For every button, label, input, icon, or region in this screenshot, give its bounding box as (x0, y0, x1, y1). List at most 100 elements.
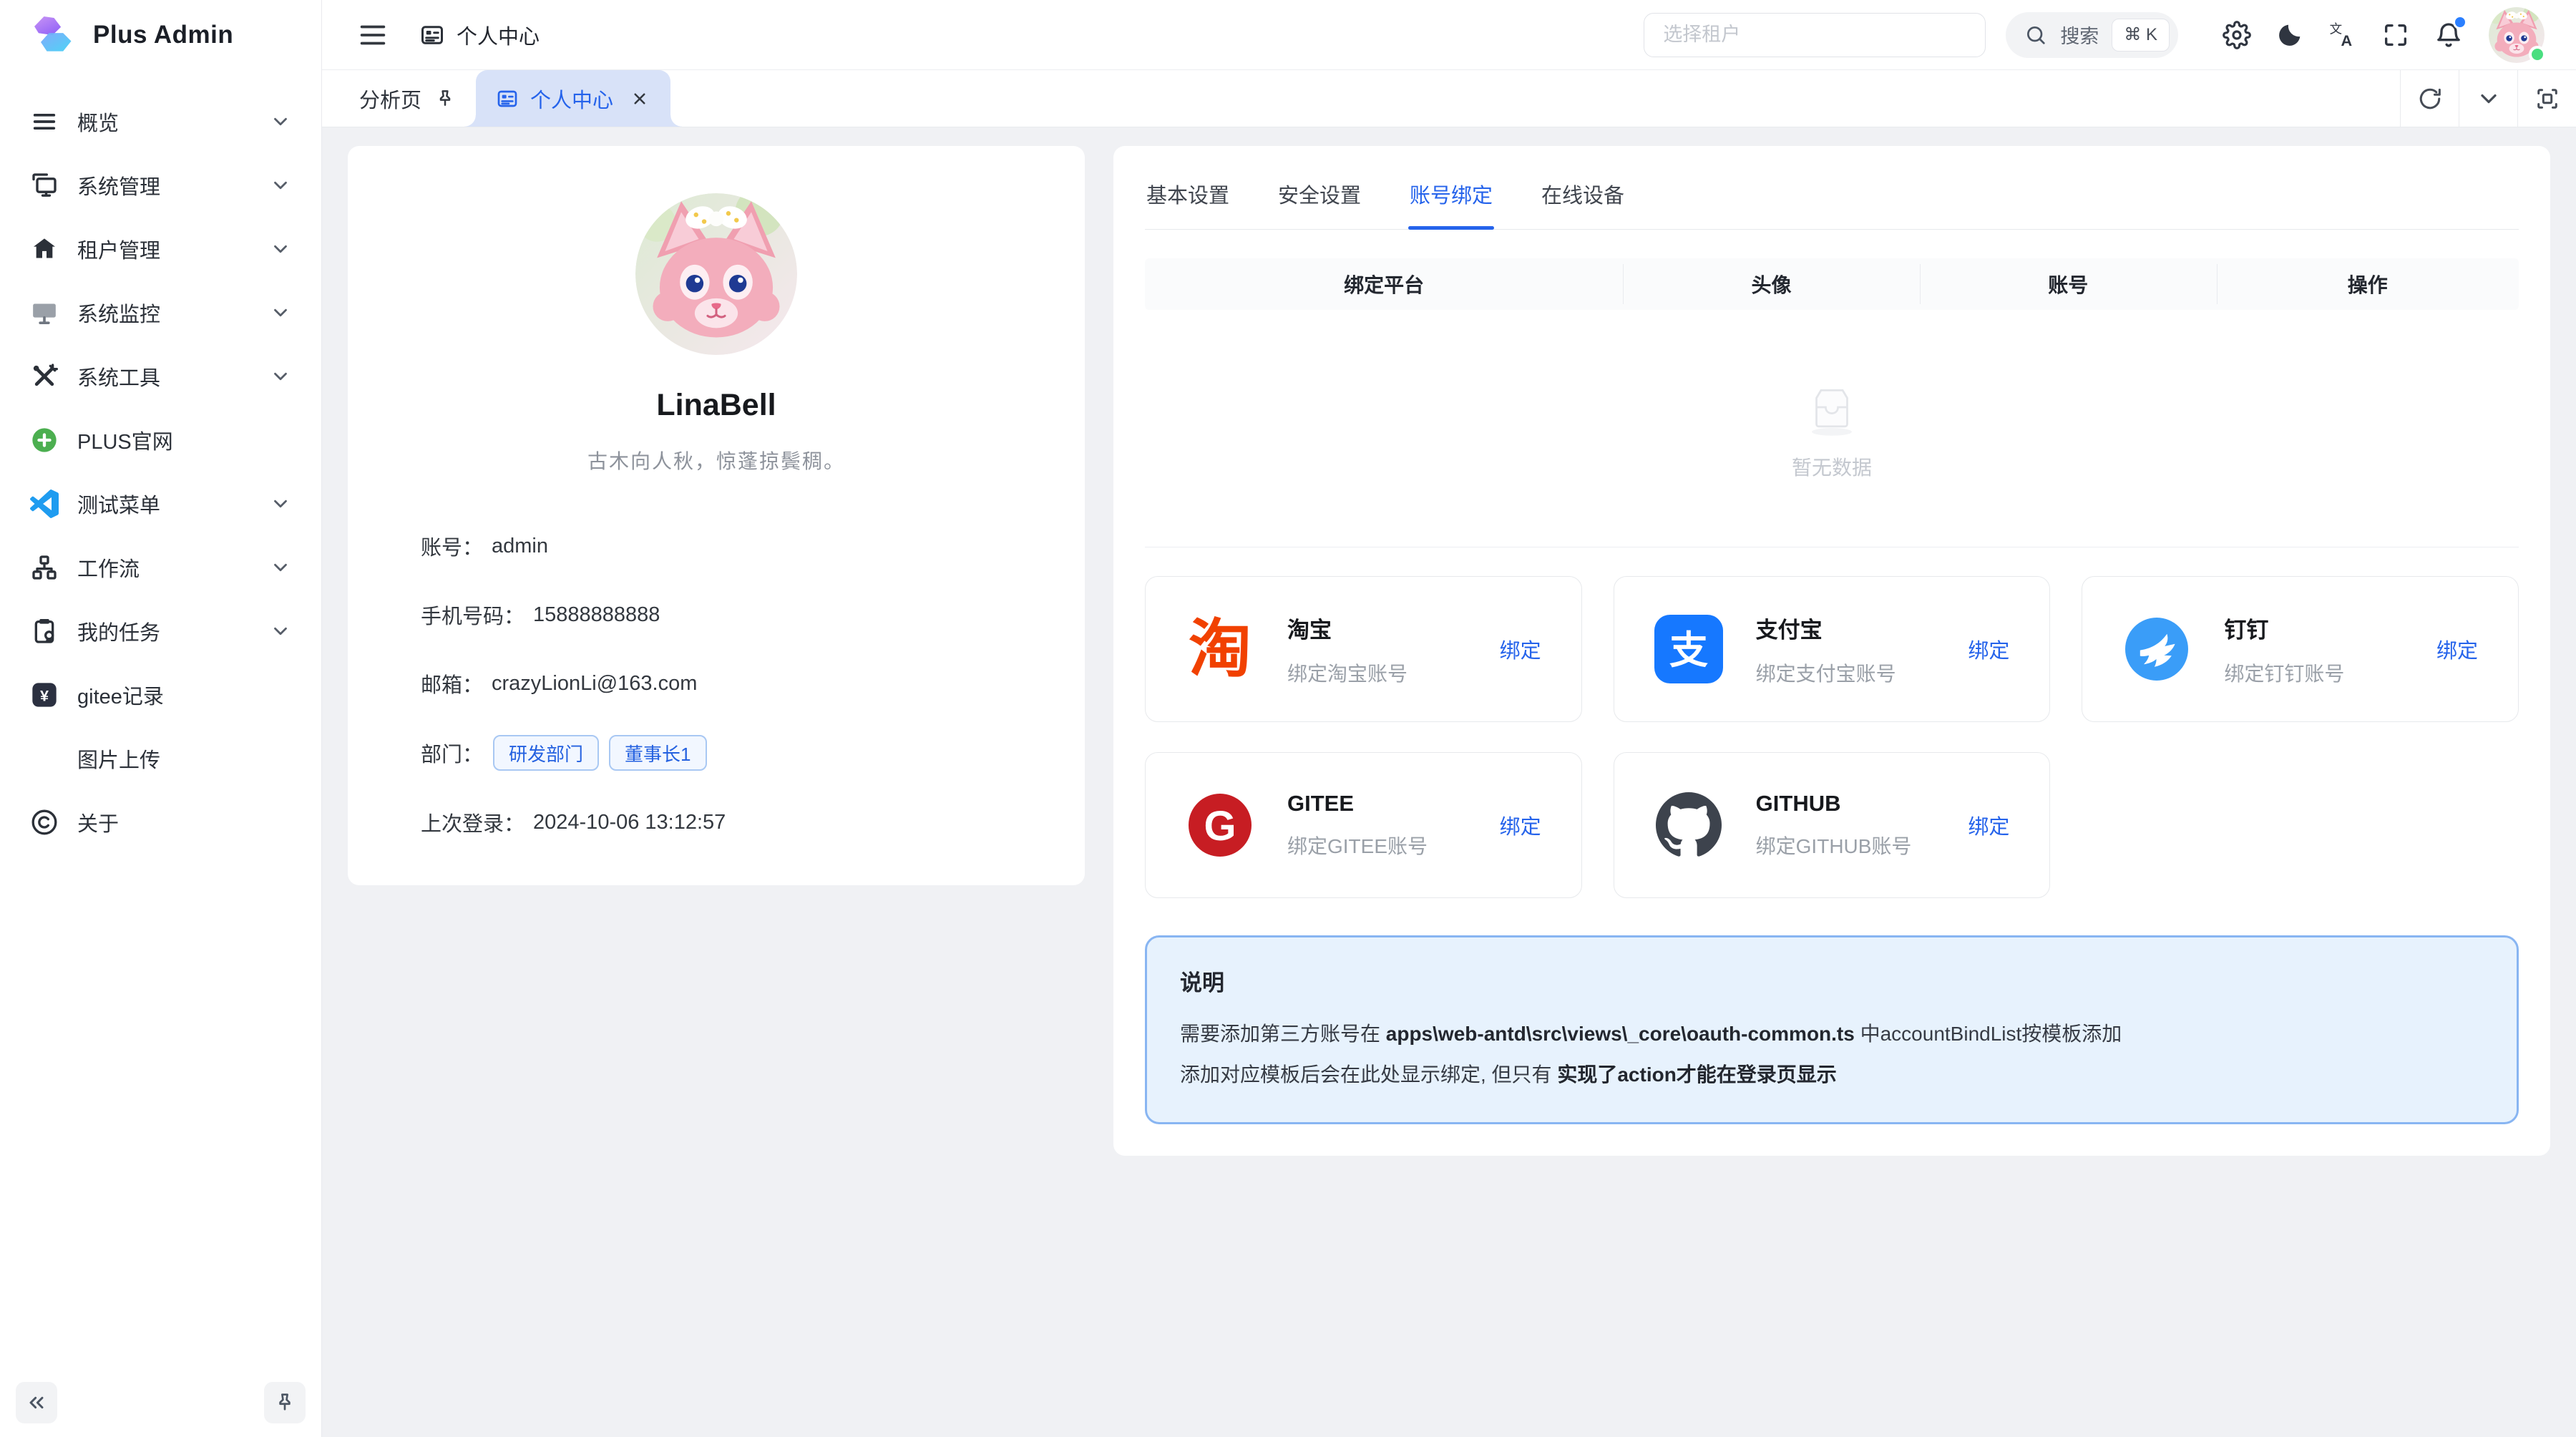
display-icon (30, 298, 59, 327)
settings-tabs: 基本设置 安全设置 账号绑定 在线设备 (1145, 173, 2519, 230)
tenant-select-input[interactable] (1644, 13, 1986, 57)
field-value: admin (492, 535, 548, 558)
pin-icon (434, 88, 456, 109)
search-shortcut-kbd: ⌘ K (2112, 19, 2170, 52)
moon-icon (2275, 21, 2304, 49)
field-label: 手机号码： (421, 600, 525, 630)
bind-link[interactable]: 绑定 (1968, 810, 2009, 840)
refresh-button[interactable] (2400, 70, 2459, 127)
id-card-icon (419, 22, 445, 48)
content-fullscreen-button[interactable] (2517, 70, 2576, 127)
notifications-button[interactable] (2429, 15, 2469, 55)
global-search-button[interactable]: 搜索 ⌘ K (2006, 12, 2178, 58)
column-actions: 操作 (2217, 270, 2519, 298)
field-value: 15888888888 (533, 603, 660, 627)
card-title: GITEE (1287, 791, 1485, 817)
monitor-icon (30, 171, 59, 200)
house-icon (30, 235, 59, 263)
binding-cards: 淘 淘宝 绑定淘宝账号 绑定 支 支付宝 绑定支付宝账号 (1145, 576, 2519, 898)
bind-card-alipay: 支 支付宝 绑定支付宝账号 绑定 (1614, 576, 2051, 722)
tabbar-spacer (670, 70, 2400, 127)
collapse-sidebar-button[interactable] (16, 1382, 57, 1423)
bind-card-gitee: G GITEE 绑定GITEE账号 绑定 (1145, 752, 1582, 898)
menu-lines-icon (30, 107, 59, 136)
chevron-down-icon (270, 175, 291, 196)
hamburger-menu-button[interactable] (356, 19, 389, 52)
tab-basic-settings[interactable]: 基本设置 (1145, 173, 1231, 229)
note-line-1: 需要添加第三方账号在 apps\web-antd\src\views\_core… (1180, 1018, 2484, 1049)
sidebar-item-plus-website[interactable]: PLUS官网 (11, 410, 310, 470)
page-content: LinaBell 古木向人秋，惊蓬掠鬓稠。 账号： admin 手机号码： 15… (322, 127, 2576, 1437)
chevron-down-icon (270, 493, 291, 515)
chevron-down-icon (270, 366, 291, 387)
note-box: 说明 需要添加第三方账号在 apps\web-antd\src\views\_c… (1145, 935, 2519, 1124)
tab-security-settings[interactable]: 安全设置 (1277, 173, 1362, 229)
github-icon (1654, 791, 1723, 859)
fullscreen-button[interactable] (2376, 15, 2416, 55)
profile-fields: 账号： admin 手机号码： 15888888888 邮箱： crazyLio… (348, 529, 1085, 839)
sidebar-item-system-management[interactable]: 系统管理 (11, 155, 310, 215)
search-icon (2024, 24, 2047, 47)
svg-text:A: A (2341, 31, 2353, 49)
card-title: 淘宝 (1287, 612, 1485, 644)
note-line-2: 添加对应模板后会在此处显示绑定, 但只有 实现了action才能在登录页显示 (1180, 1059, 2484, 1090)
sidebar-item-image-upload[interactable]: 图片上传 (11, 729, 310, 789)
svg-text:¥: ¥ (40, 686, 49, 704)
chevron-down-icon (270, 111, 291, 132)
card-title: 支付宝 (1756, 612, 1954, 644)
breadcrumb: 个人中心 (419, 20, 540, 50)
theme-toggle-button[interactable] (2270, 15, 2310, 55)
translate-icon: 文A (2328, 21, 2357, 49)
sidebar-item-overview[interactable]: 概览 (11, 92, 310, 152)
settings-panel: 基本设置 安全设置 账号绑定 在线设备 绑定平台 头像 账号 操作 (1113, 146, 2550, 1156)
column-avatar: 头像 (1623, 270, 1920, 298)
binding-table-header: 绑定平台 头像 账号 操作 (1145, 258, 2519, 310)
chevron-down-icon (270, 620, 291, 642)
sidebar-item-system-tools[interactable]: 系统工具 (11, 346, 310, 406)
profile-field-last-login: 上次登录： 2024-10-06 13:12:57 (421, 805, 1012, 839)
refresh-icon (2417, 86, 2443, 112)
settings-button[interactable] (2217, 15, 2257, 55)
app-title: Plus Admin (93, 21, 233, 49)
bind-link[interactable]: 绑定 (1968, 634, 2009, 664)
tab-online-devices[interactable]: 在线设备 (1540, 173, 1626, 229)
bind-link[interactable]: 绑定 (1500, 634, 1541, 664)
sidebar-item-gitee-records[interactable]: ¥ gitee记录 (11, 665, 310, 725)
notification-badge (2453, 15, 2467, 29)
language-button[interactable]: 文A (2323, 15, 2363, 55)
main-area: 个人中心 搜索 ⌘ K 文A 分析 (322, 0, 2576, 1437)
sidebar-item-test-menu[interactable]: 测试菜单 (11, 474, 310, 534)
field-label: 邮箱： (421, 668, 483, 698)
app-logo-icon (29, 11, 77, 59)
sidebar-item-workflow[interactable]: 工作流 (11, 537, 310, 598)
bind-link[interactable]: 绑定 (2436, 634, 2478, 664)
sidebar-item-tenant-management[interactable]: 租户管理 (11, 219, 310, 279)
profile-field-email: 邮箱： crazyLionLi@163.com (421, 666, 1012, 701)
tabs-menu-button[interactable] (2459, 70, 2517, 127)
tools-icon (30, 362, 59, 391)
card-desc: 绑定钉钉账号 (2224, 658, 2422, 687)
fullscreen-icon (2381, 21, 2410, 49)
empty-inbox-icon (1797, 376, 1866, 438)
tab-account-binding[interactable]: 账号绑定 (1408, 173, 1494, 229)
empty-icon-slot (30, 744, 59, 773)
close-tab-icon[interactable] (629, 88, 650, 109)
taobao-icon: 淘 (1186, 615, 1254, 683)
column-account: 账号 (1920, 270, 2217, 298)
bind-link[interactable]: 绑定 (1500, 810, 1541, 840)
chevron-down-icon (270, 557, 291, 578)
sidebar-item-system-monitor[interactable]: 系统监控 (11, 283, 310, 343)
tasks-clipboard-icon (30, 617, 59, 646)
tab-analysis[interactable]: 分析页 (322, 70, 476, 127)
search-label: 搜索 (2060, 21, 2099, 49)
field-label: 部门： (421, 738, 483, 768)
user-avatar[interactable] (2489, 7, 2545, 63)
card-desc: 绑定支付宝账号 (1756, 658, 1954, 687)
tab-profile-center[interactable]: 个人中心 (476, 70, 670, 127)
card-desc: 绑定淘宝账号 (1287, 658, 1485, 687)
sidebar-item-my-tasks[interactable]: 我的任务 (11, 601, 310, 661)
pin-sidebar-button[interactable] (264, 1382, 306, 1423)
bind-card-dingtalk: 钉钉 绑定钉钉账号 绑定 (2082, 576, 2519, 722)
sidebar-item-about[interactable]: 关于 (11, 792, 310, 852)
field-value: crazyLionLi@163.com (492, 672, 697, 696)
